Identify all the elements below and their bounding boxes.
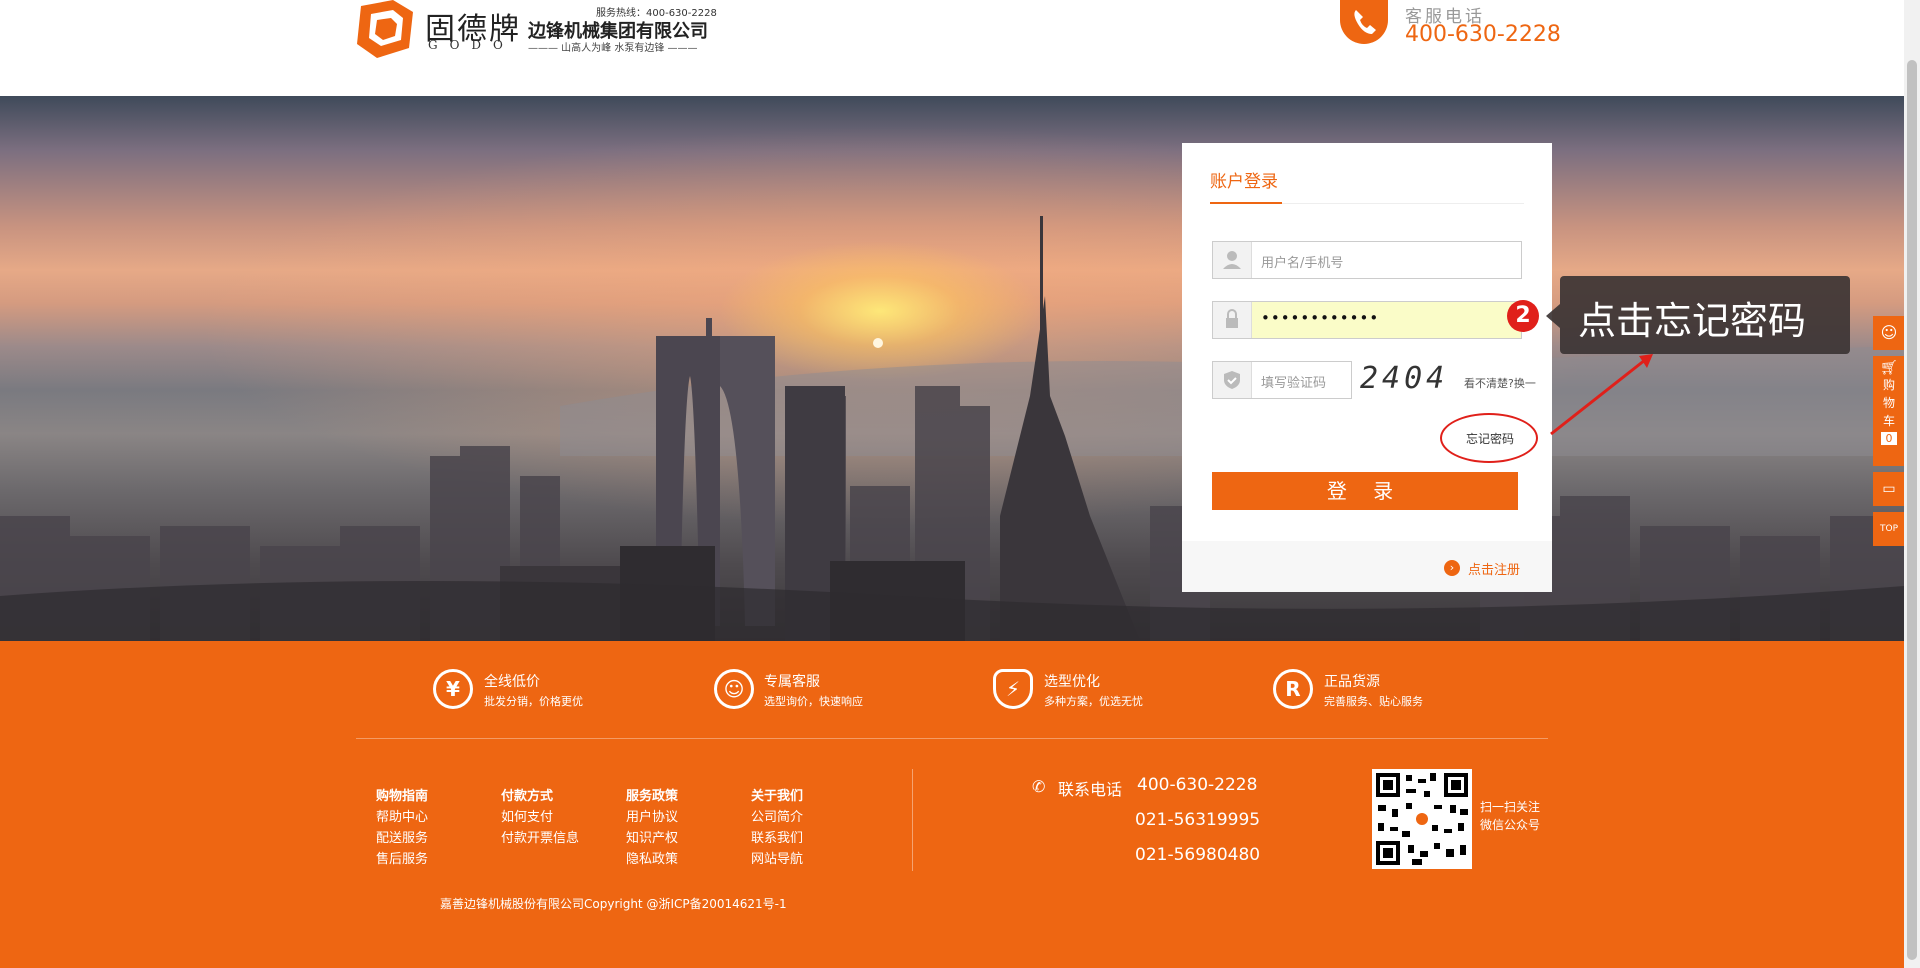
annotation-arrow-icon [1550, 354, 1653, 436]
copyright-text: 嘉善边锋机械股份有限公司Copyright @浙ICP备20014621号-1 [440, 897, 787, 911]
password-input[interactable]: •••••••••••• [1261, 309, 1379, 327]
logo-mark[interactable] [353, 0, 417, 58]
cart-count: 0 [1881, 432, 1897, 445]
shield-icon [1213, 362, 1252, 398]
captcha-input[interactable]: 填写验证码 [1261, 372, 1326, 391]
phone-icon [1340, 0, 1388, 44]
sidebar-user[interactable]: ☺ [1873, 316, 1905, 350]
footer-link[interactable]: 配送服务 [376, 827, 428, 846]
register-link[interactable]: 点击注册 [1468, 559, 1520, 578]
headset-icon: ☺ [714, 669, 754, 709]
yen-icon: ¥ [433, 669, 473, 709]
lock-icon [1213, 302, 1252, 338]
captcha-field[interactable]: 填写验证码 [1212, 361, 1352, 399]
contact-number: 400-630-2228 [1137, 775, 1258, 795]
captcha-image[interactable]: 2404 [1360, 361, 1456, 397]
footer-col-heading: 付款方式 [501, 789, 554, 804]
slogan: ——— 山高人为峰 水泵有边锋 ——— [528, 43, 698, 54]
scrollbar-thumb[interactable] [1907, 60, 1917, 960]
feature-subtitle: 完善服务、贴心服务 [1324, 695, 1423, 708]
footer-link[interactable]: 公司简介 [751, 806, 803, 825]
captcha-refresh-link[interactable]: 看不清楚?换一 [1464, 375, 1536, 391]
footer-link[interactable]: 售后服务 [376, 848, 428, 867]
footer-divider [356, 738, 1548, 739]
footer-col-heading: 购物指南 [376, 789, 429, 804]
cart-icon: 🛒︎ [1880, 360, 1898, 376]
back-to-top-label: TOP [1879, 524, 1898, 534]
annotation-tooltip-text: 点击忘记密码 [1578, 299, 1807, 343]
cart-label-3: 车 [1882, 414, 1895, 428]
cart-label-1: 购 [1882, 378, 1895, 392]
login-title-underline [1210, 202, 1282, 204]
chat-icon: ▭ [1882, 481, 1896, 497]
feature-title: 专属客服 [764, 674, 820, 690]
footer-link[interactable]: 帮助中心 [376, 806, 428, 825]
qr-caption-line2: 微信公众号 [1480, 818, 1541, 832]
annotation-tooltip: 点击忘记密码 [1546, 276, 1850, 354]
sidebar-message[interactable]: ▭ [1873, 472, 1905, 506]
login-button[interactable]: 登 录 [1212, 472, 1518, 510]
login-panel: 账户登录 用户名/手机号 •••••••••••• 填写验证码 2404 看不清… [1182, 143, 1552, 592]
footer-vertical-divider [912, 769, 913, 871]
phone-icon: ✆ [1032, 777, 1046, 796]
registered-icon: R [1273, 669, 1313, 709]
feature-title: 选型优化 [1044, 674, 1100, 690]
feature-subtitle: 批发分销，价格更优 [484, 695, 583, 708]
login-title[interactable]: 账户登录 [1210, 167, 1278, 192]
footer-link[interactable]: 网站导航 [751, 848, 803, 867]
cart-label-2: 物 [1882, 396, 1895, 410]
feature-title: 全线低价 [484, 674, 540, 690]
footer-link[interactable]: 隐私政策 [626, 848, 678, 867]
service-phone-number: 400-630-2228 [1405, 22, 1561, 47]
qr-caption-line1: 扫一扫关注 [1480, 800, 1541, 814]
contact-label: 联系电话 [1058, 780, 1123, 799]
username-field[interactable]: 用户名/手机号 [1212, 241, 1522, 279]
footer-col-heading: 关于我们 [751, 789, 804, 804]
feature-subtitle: 选型询价，快速响应 [764, 695, 863, 708]
highlight-circle [1440, 413, 1538, 463]
footer-link[interactable]: 用户协议 [626, 806, 678, 825]
footer-link[interactable]: 知识产权 [626, 827, 678, 846]
contact-number: 021-56980480 [1135, 845, 1261, 865]
wechat-qr-code [1372, 769, 1472, 869]
user-icon [1213, 242, 1252, 278]
sidebar-top[interactable]: TOP [1873, 512, 1905, 546]
footer-col-heading: 服务政策 [626, 789, 679, 804]
contact-number: 021-56319995 [1135, 810, 1261, 830]
footer-link[interactable]: 如何支付 [501, 806, 553, 825]
step-badge: 2 [1507, 300, 1539, 332]
password-field[interactable]: •••••••••••• [1212, 301, 1522, 339]
user-icon: ☺ [1880, 323, 1898, 342]
lightning-shield-icon: ⚡ [993, 669, 1033, 709]
site-footer: ¥ 全线低价 批发分销，价格更优 ☺ 专属客服 选型询价，快速响应 ⚡ 选型优化… [0, 641, 1904, 968]
footer-link[interactable]: 付款开票信息 [501, 827, 579, 846]
brand-name-en: GODO [428, 38, 515, 52]
footer-link[interactable]: 联系我们 [751, 827, 803, 846]
feature-subtitle: 多种方案，优选无忧 [1044, 695, 1143, 708]
sidebar-cart[interactable]: 🛒︎ 购 物 车 0 [1873, 356, 1905, 466]
qr-caption: 扫一扫关注 微信公众号 [1480, 798, 1540, 834]
chevron-right-icon[interactable]: › [1444, 560, 1460, 576]
feature-title: 正品货源 [1324, 674, 1380, 690]
username-input[interactable]: 用户名/手机号 [1261, 252, 1343, 271]
